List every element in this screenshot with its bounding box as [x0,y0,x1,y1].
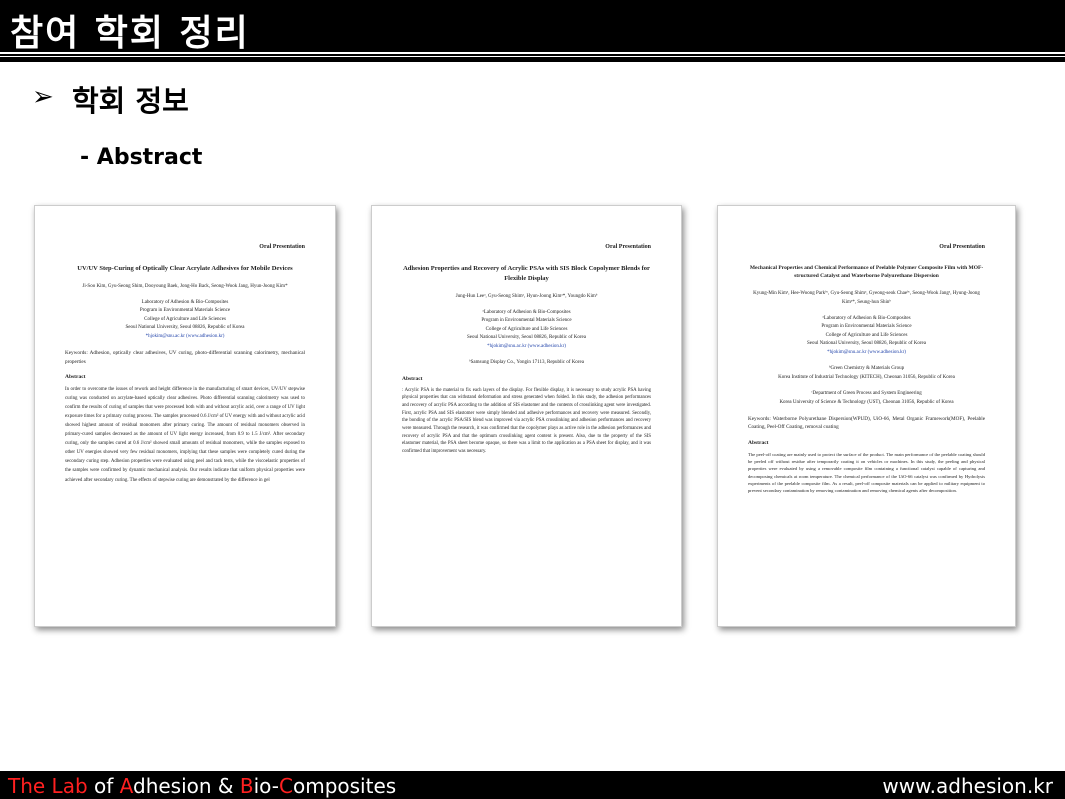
paper-title: Mechanical Properties and Chemical Perfo… [749,265,984,280]
abstract-heading: Abstract [748,439,769,446]
paper-title: UV/UV Step-Curing of Optically Clear Acr… [77,265,293,272]
author-email: *hjokim@snu.ac.kr (www.adhesion.kr) [145,333,225,339]
abstract-heading: Abstract [402,375,423,382]
paper-title: Adhesion Properties and Recovery of Acry… [403,265,650,282]
paper-affiliation-2: ᵇGreen Chemistry & Materials Group Korea… [778,366,955,380]
paper-affiliation: ᵃLaboratory of Adhesion & Bio-Composites… [748,315,985,358]
lab-name-part: of [87,774,120,798]
footer-bar: The Lab of Adhesion & Bio-Composites www… [0,771,1065,799]
abstract-page-1: Oral Presentation UV/UV Step-Curing of O… [34,205,336,627]
paper-affiliation: Laboratory of Adhesion & Bio-Composites … [65,299,305,342]
paper-authors: Kyung-Min Kimᵃ, Hee-Woong Parkᵇᶜ, Gyu-Se… [753,290,980,305]
author-email: *hjokim@snu.ac.kr (www.adhesion.kr) [487,343,566,349]
abstract-page-3: Oral Presentation Mechanical Properties … [717,205,1016,627]
lab-name-part: A [119,774,133,798]
paper-affiliation: ᵃLaboratory of Adhesion & Bio-Composites… [402,309,651,352]
slide-title: 참여 학회 정리 [10,13,250,54]
title-divider-thin [0,56,1065,57]
presentation-label: Oral Presentation [605,244,651,250]
section-heading: 학회 정보 [72,84,189,118]
abstract-body: In order to overcome the issues of rewor… [65,386,305,483]
affiliation-text: ᵃLaboratory of Adhesion & Bio-Composites… [807,315,926,347]
lab-name-part: B [239,774,254,798]
presentation-label: Oral Presentation [939,244,985,250]
abstract-body: : Acrylic PSA is the material to fix eac… [402,387,651,454]
lab-name-part: The Lab [8,774,88,798]
section-subheading: - Abstract [80,145,203,170]
lab-name-part: omposites [292,774,397,798]
arrow-bullet-icon: ➢ [32,82,54,112]
lab-name-part: io- [253,774,279,798]
abstract-heading: Abstract [65,373,86,380]
paper-affiliation-2: ᵇSamsung Display Co., Yongin 17113, Repu… [469,360,584,365]
website-url[interactable]: www.adhesion.kr [882,774,1053,798]
presentation-label: Oral Presentation [259,244,305,250]
paper-keywords: Keywords: Adhesion, optically clear adhe… [65,350,305,365]
paper-affiliation-3: ᶜDepartment of Green Process and System … [779,391,954,405]
lab-name-part: C [279,774,293,798]
paper-keywords: Keywords: Waterborne Polyurethane Disper… [748,416,985,431]
abstract-page-2: Oral Presentation Adhesion Properties an… [371,205,682,627]
author-email: *hjokim@snu.ac.kr (www.adhesion.kr) [827,349,906,355]
affiliation-text: ᵃLaboratory of Adhesion & Bio-Composites… [467,309,586,341]
title-bar: 참여 학회 정리 [0,0,1065,62]
paper-authors: Ji-Soo Kim, Gyu-Seong Shim, Dooyoung Bae… [82,283,288,289]
title-divider [0,52,1065,54]
paper-authors: Jung-Hun Leeᵃ, Gyu-Seong Shimᵃ, Hyun-Joo… [455,293,598,299]
affiliation-text: Laboratory of Adhesion & Bio-Composites … [125,299,245,331]
lab-name-part: dhesion & [133,774,240,798]
abstract-body: The peel-off coating are mainly used to … [748,451,985,494]
lab-name: The Lab of Adhesion & Bio-Composites [8,774,396,798]
